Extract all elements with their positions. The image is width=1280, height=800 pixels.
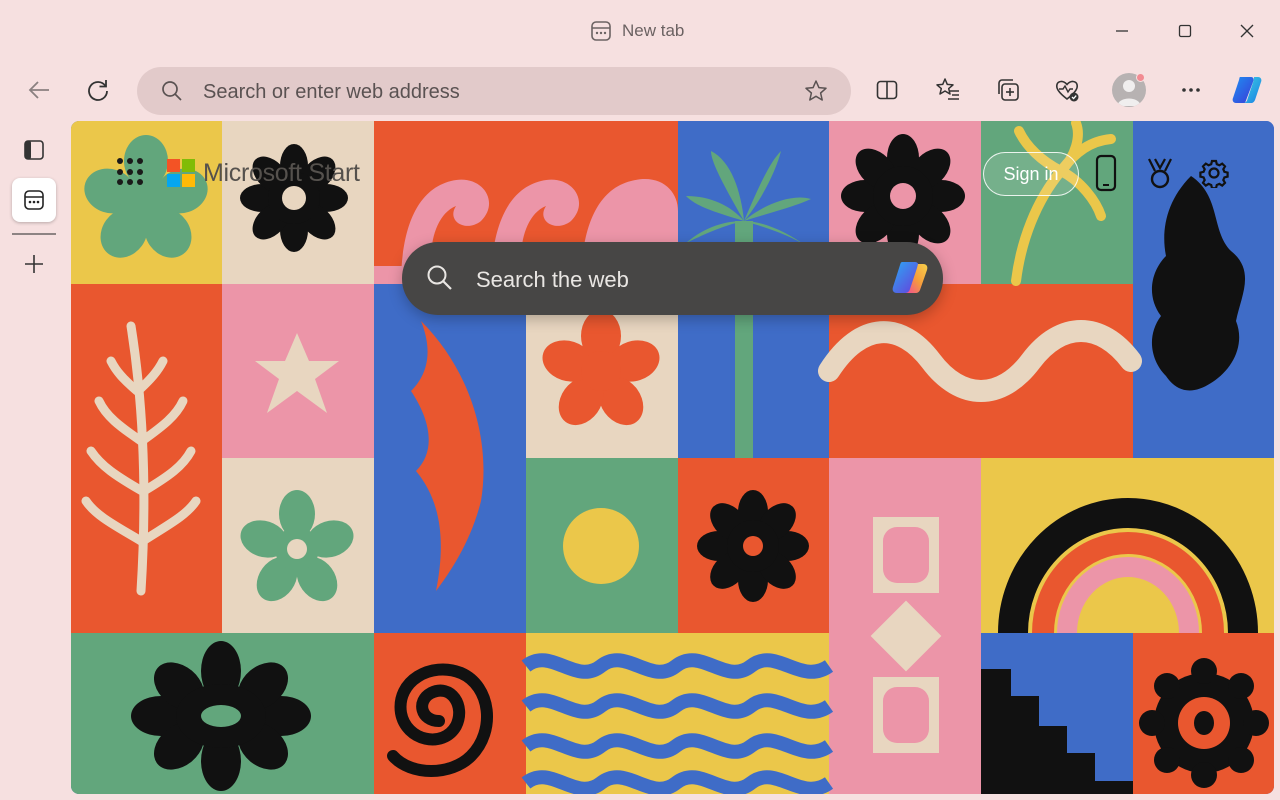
profile-status-dot [1136,73,1145,82]
tab-actions-button[interactable] [12,128,56,172]
web-search-placeholder: Search the web [476,267,629,292]
more-icon [1182,88,1200,92]
sign-in-button[interactable]: Sign in [983,152,1079,196]
current-tab-icon [24,190,44,210]
refresh-icon [88,80,108,101]
rewards-icon [1148,158,1172,189]
back-icon [28,81,49,99]
close-icon [1240,24,1254,38]
apps-grid-icon [117,158,123,164]
apps-dot [117,168,123,175]
split-screen-icon [876,80,898,100]
new-tab-button[interactable] [12,242,56,286]
microsoft-logo-icon [167,159,195,187]
apps-dot [137,158,143,164]
browser-toolbar: Search or enter web address [0,62,1280,120]
refresh-button[interactable] [78,70,118,110]
apps-dot [137,179,143,186]
tab-title-label: New tab [622,21,685,40]
title-bar: New tab [0,0,1280,60]
settings-gear-icon [1199,159,1229,188]
back-button[interactable] [19,70,59,110]
background-artwork [71,121,1274,794]
tab-actions-icon [24,140,44,160]
search-icon [427,265,452,290]
favorites-button[interactable] [928,70,968,110]
apps-dot [137,168,143,175]
new-tab-page [71,121,1274,794]
web-search-box[interactable]: Search the web [402,242,943,315]
apps-dot [127,179,133,186]
current-tab-button[interactable] [12,178,56,222]
rail-separator [12,233,56,235]
favorite-star-icon[interactable] [804,79,828,103]
minimize-button[interactable] [1102,14,1142,48]
apps-dot [127,158,133,164]
maximize-button[interactable] [1165,14,1205,48]
split-screen-button[interactable] [867,70,907,110]
favorites-icon [936,78,959,100]
apps-dot [117,179,123,186]
collections-icon [998,79,1019,101]
page-settings-button[interactable] [1195,154,1233,192]
search-icon [162,81,182,101]
address-placeholder: Search or enter web address [203,81,460,103]
new-tab-plus-icon [25,255,43,273]
close-button[interactable] [1227,14,1267,48]
apps-launcher-button[interactable] [117,158,145,186]
new-tab-page-icon [591,21,611,41]
phone-button[interactable] [1087,154,1125,192]
address-bar[interactable]: Search or enter web address [137,67,851,115]
brand-logo[interactable]: Microsoft Start [167,154,360,192]
more-button[interactable] [1171,70,1211,110]
minimize-icon [1116,30,1128,32]
maximize-icon [1178,24,1192,38]
collections-button[interactable] [988,70,1028,110]
copilot-icon[interactable] [888,256,932,300]
apps-dot [127,168,133,175]
copilot-icon [1232,77,1262,103]
copilot-button[interactable] [1227,70,1267,110]
brand-name: Microsoft Start [203,158,360,187]
browser-essentials-icon [1055,80,1079,102]
phone-icon [1095,154,1117,192]
browser-essentials-button[interactable] [1047,70,1087,110]
rewards-button[interactable] [1141,154,1179,192]
vertical-tab-rail [0,120,66,800]
active-tab[interactable]: New tab [590,16,684,46]
